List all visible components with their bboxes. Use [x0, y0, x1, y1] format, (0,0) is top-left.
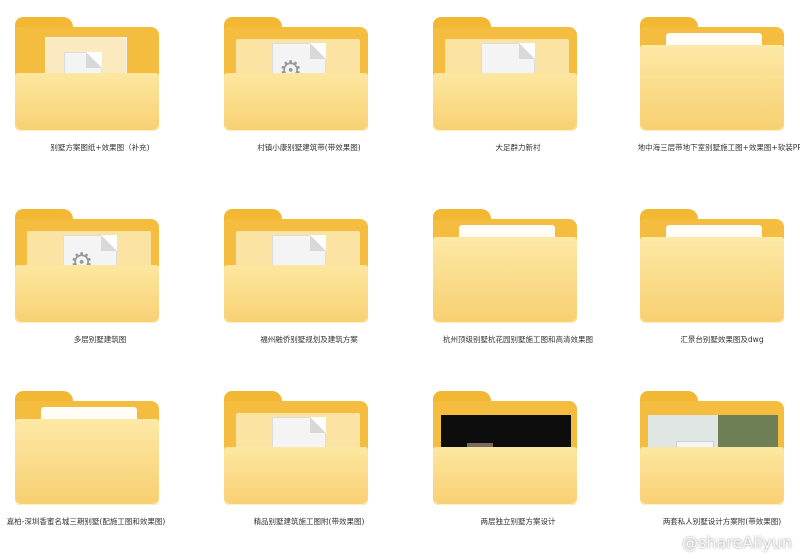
- folder-item[interactable]: 精品别墅建筑施工图附(带效果图): [209, 374, 409, 560]
- folder-label: 福州融侨别墅规划及建筑方案: [260, 335, 358, 344]
- folder-icon: [224, 391, 368, 505]
- folder-item[interactable]: 汇景台别墅效果图及dwg: [612, 192, 800, 378]
- folder-icon: [433, 391, 577, 505]
- folder-label: 精品别墅建筑施工图附(带效果图): [253, 517, 365, 526]
- folder-label: 地中海三层带地下室别墅施工图+效果图+软装PPT: [637, 143, 800, 152]
- folder-item[interactable]: ⚙ 村镇小康别墅建筑带(带效果图): [209, 0, 409, 186]
- folder-icon: [15, 391, 159, 505]
- folder-icon: [640, 17, 784, 131]
- folder-grid: 别墅方案图纸+效果图（补充) ⚙ 村镇小康别墅建筑带(带效果图) 大足群力新村 …: [0, 0, 800, 558]
- folder-item[interactable]: ⚙ 多层别墅建筑图: [0, 192, 200, 378]
- folder-icon: [640, 209, 784, 323]
- folder-item[interactable]: 大足群力新村: [418, 0, 618, 186]
- folder-icon: [15, 17, 159, 131]
- folder-label: 多层别墅建筑图: [73, 335, 127, 344]
- folder-label: 别墅方案图纸+效果图（补充): [50, 143, 150, 152]
- folder-icon: ⚙: [224, 17, 368, 131]
- folder-label: 大足群力新村: [495, 143, 541, 152]
- folder-item[interactable]: 杭州顶级别墅杭花园别墅施工图和高清效果图: [418, 192, 618, 378]
- folder-label: 两层独立别墅方案设计: [480, 517, 556, 526]
- folder-label: 村镇小康别墅建筑带(带效果图): [257, 143, 361, 152]
- watermark: @shareAliyun: [682, 533, 792, 552]
- folder-icon: [433, 17, 577, 131]
- folder-label: 汇景台别墅效果图及dwg: [680, 335, 764, 344]
- folder-label: 两套私人别墅设计方案附(带效果图): [662, 517, 782, 526]
- folder-item[interactable]: 别墅方案图纸+效果图（补充): [0, 0, 200, 186]
- folder-icon: [224, 209, 368, 323]
- folder-item[interactable]: 两层独立别墅方案设计: [418, 374, 618, 560]
- folder-label: 杭州顶级别墅杭花园别墅施工图和高清效果图: [443, 335, 593, 344]
- folder-item[interactable]: 地中海三层带地下室别墅施工图+效果图+软装PPT: [612, 0, 800, 186]
- folder-label: 嘉柏-深圳香蜜名城三期别墅(配施工图和效果图): [6, 517, 166, 526]
- folder-icon: [640, 391, 784, 505]
- folder-icon: [433, 209, 577, 323]
- folder-item[interactable]: 嘉柏-深圳香蜜名城三期别墅(配施工图和效果图): [0, 374, 200, 560]
- folder-icon: ⚙: [15, 209, 159, 323]
- folder-item[interactable]: 福州融侨别墅规划及建筑方案: [209, 192, 409, 378]
